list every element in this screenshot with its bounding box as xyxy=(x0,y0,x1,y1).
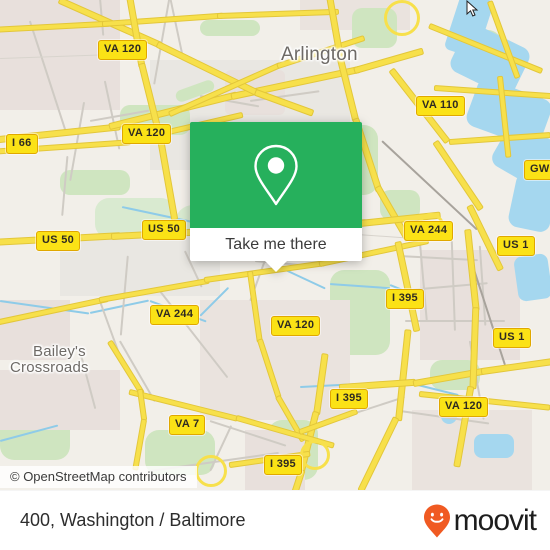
callout-action-label: Take me there xyxy=(225,235,327,253)
cursor-icon xyxy=(466,0,479,17)
moovit-map-screen: Arlington Bailey's Crossroads VA 120 VA … xyxy=(0,0,550,550)
location-callout[interactable]: Take me there xyxy=(190,122,362,272)
place-label-crossroads: Crossroads xyxy=(10,359,89,376)
highway-shield[interactable]: VA 110 xyxy=(416,96,465,116)
highway-shield[interactable]: I 395 xyxy=(330,389,368,409)
river xyxy=(513,252,550,303)
callout-pointer xyxy=(265,261,287,272)
highway-i66 xyxy=(354,48,423,73)
highway-shield[interactable]: US 1 xyxy=(497,236,535,256)
highway-shield[interactable]: VA 120 xyxy=(98,40,148,60)
moovit-wordmark: moovit xyxy=(453,503,537,537)
highway-shield[interactable]: GWM xyxy=(524,160,550,180)
location-title: 400, Washington / Baltimore xyxy=(20,510,246,530)
highway-shield[interactable]: US 1 xyxy=(493,328,531,348)
highway-shield[interactable]: VA 7 xyxy=(169,415,206,435)
highway-shield[interactable]: I 395 xyxy=(386,289,424,309)
map-pin-icon xyxy=(254,144,298,206)
map-attribution[interactable]: © OpenStreetMap contributors xyxy=(0,466,197,488)
place-label-arlington: Arlington xyxy=(281,44,358,65)
highway-shield[interactable]: VA 244 xyxy=(404,221,454,241)
highway-ramp-loop xyxy=(384,0,420,36)
highway-i395 xyxy=(358,417,399,490)
highway-va110 xyxy=(434,140,483,210)
landuse-area xyxy=(0,370,120,430)
highway-i395 xyxy=(396,330,411,421)
highway-shield[interactable]: VA 120 xyxy=(439,397,489,417)
highway-shield[interactable]: US 50 xyxy=(142,220,187,240)
park-area xyxy=(200,20,260,36)
callout-action[interactable]: Take me there xyxy=(190,228,362,261)
river xyxy=(506,171,550,234)
highway-shield[interactable]: VA 244 xyxy=(150,305,200,325)
highway-shield[interactable]: I 66 xyxy=(6,134,38,154)
highway-shield[interactable]: I 395 xyxy=(264,455,302,475)
place-label-baileys: Bailey's xyxy=(33,343,86,360)
highway-ramp-loop xyxy=(300,440,330,470)
map-viewport[interactable]: Arlington Bailey's Crossroads VA 120 VA … xyxy=(0,0,550,490)
callout-header xyxy=(190,122,362,228)
landuse-area xyxy=(412,410,532,490)
highway-shield[interactable]: US 50 xyxy=(36,231,81,251)
highway-ramp-loop xyxy=(195,455,227,487)
minor-road xyxy=(169,0,184,55)
pond xyxy=(474,434,514,458)
footer-bar: 400, Washington / Baltimore moovit xyxy=(0,490,550,550)
highway-i395-b xyxy=(481,359,550,374)
highway-shield[interactable]: VA 120 xyxy=(122,124,172,144)
highway-shield[interactable]: VA 120 xyxy=(271,316,321,336)
moovit-pin-smile-icon xyxy=(423,504,450,537)
moovit-logo[interactable]: moovit xyxy=(422,503,537,539)
